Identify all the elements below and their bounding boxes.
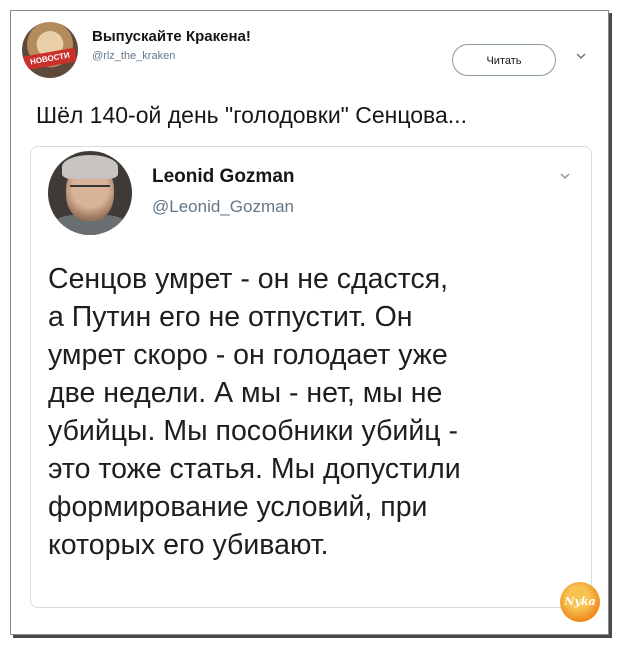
- watermark-logo: Nyka: [560, 582, 600, 622]
- account-name[interactable]: Выпускайте Кракена!: [92, 28, 251, 45]
- quote-line: убийцы. Мы пособники убийц -: [48, 415, 458, 447]
- quote-line: формирование условий, при: [48, 491, 428, 523]
- account-avatar[interactable]: НОВОСТИ: [22, 22, 78, 78]
- quoted-author-avatar[interactable]: [48, 151, 132, 235]
- avatar-hair: [62, 155, 118, 179]
- avatar-badge: НОВОСТИ: [23, 47, 77, 71]
- quoted-author-handle[interactable]: @Leonid_Gozman: [152, 197, 294, 217]
- quoted-tweet-text: Сенцов умрет - он не сдастся, а Путин ег…: [48, 260, 568, 564]
- chevron-down-icon[interactable]: [559, 170, 571, 182]
- avatar-glasses: [70, 185, 110, 195]
- quote-line: это тоже статья. Мы допустили: [48, 453, 461, 485]
- account-handle[interactable]: @rlz_the_kraken: [92, 50, 175, 62]
- chevron-down-icon[interactable]: [575, 50, 587, 62]
- quote-line: две недели. А мы - нет, мы не: [48, 377, 443, 409]
- quote-line: умрет скоро - он голодает уже: [48, 339, 448, 371]
- quote-line: которых его убивают.: [48, 529, 329, 561]
- tweet-text: Шёл 140-ой день "голодовки" Сенцова...: [36, 102, 467, 128]
- quote-line: Сенцов умрет - он не сдастся,: [48, 263, 449, 295]
- quoted-author-name[interactable]: Leonid Gozman: [152, 166, 295, 188]
- follow-button[interactable]: Читать: [452, 44, 556, 76]
- quote-line: а Путин его не отпустит. Он: [48, 301, 413, 333]
